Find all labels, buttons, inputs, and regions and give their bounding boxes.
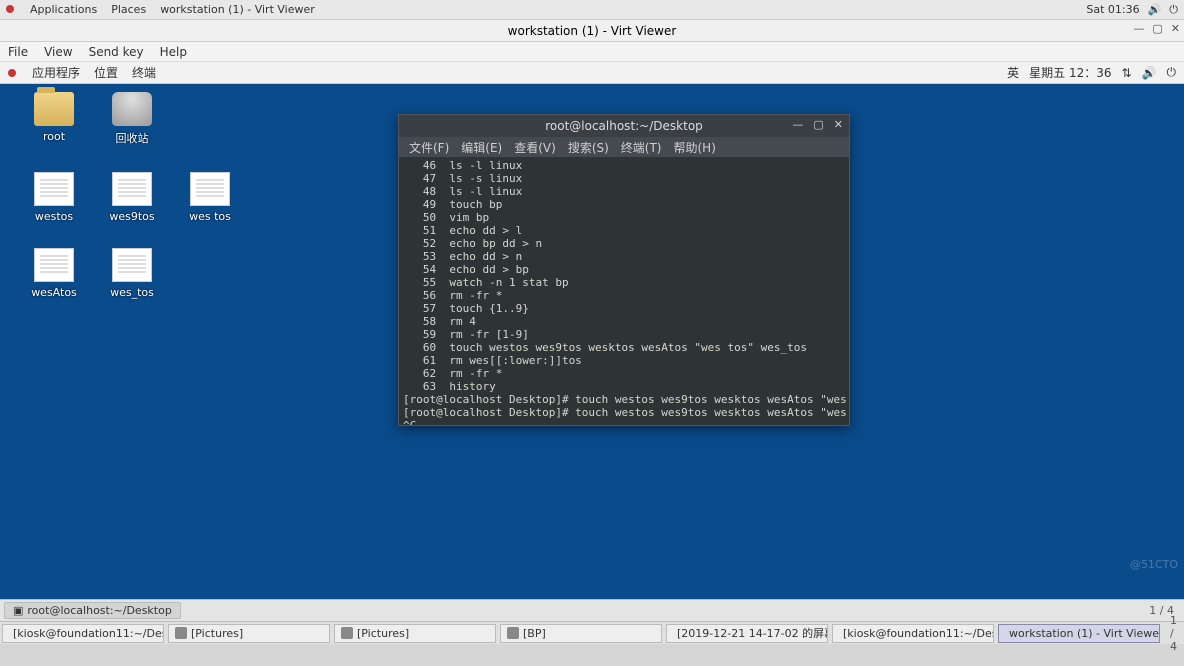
terminal-menubar: 文件(F) 编辑(E) 查看(V) 搜索(S) 终端(T) 帮助(H) <box>399 137 849 157</box>
guest-menu-places[interactable]: 位置 <box>94 64 118 81</box>
icon-label: wes9tos <box>109 210 154 223</box>
host-taskbar-item[interactable]: [Pictures] <box>334 624 496 643</box>
desktop-icon-wes_tos[interactable]: wes_tos <box>100 248 164 299</box>
term-menu-view[interactable]: 查看(V) <box>514 139 556 156</box>
host-taskbar-item[interactable]: [kiosk@foundation11:~/Desktop] <box>832 624 994 643</box>
desktop-icon-westos[interactable]: westos <box>22 172 86 223</box>
vv-menu-help[interactable]: Help <box>160 45 187 59</box>
term-menu-help[interactable]: 帮助(H) <box>674 139 716 156</box>
host-taskbar-item[interactable]: [2019-12-21 14-17-02 的屏幕截图... <box>666 624 828 643</box>
host-active-app[interactable]: workstation (1) - Virt Viewer <box>160 3 315 16</box>
terminal-icon: ▣ <box>13 604 23 617</box>
vv-menu-file[interactable]: File <box>8 45 28 59</box>
host-taskbar-item[interactable]: [BP] <box>500 624 662 643</box>
guest-power-icon[interactable]: ⏻ <box>1167 65 1177 80</box>
guest-top-bar: 应用程序 位置 终端 英 星期五 12：36 ⇅ 🔊 ⏻ <box>0 62 1184 84</box>
icon-label: root <box>43 130 65 143</box>
guest-desktop[interactable]: wes_tos wesAtos wes tos wes9tos westos 回收站 roo… <box>0 84 1184 599</box>
window-icon <box>341 627 353 639</box>
desktop-icon-wes-tos-space[interactable]: wes tos <box>178 172 242 223</box>
txt-icon <box>34 172 74 206</box>
virtviewer-menubar: File View Send key Help <box>0 42 1184 62</box>
host-taskbar-label: [BP] <box>523 627 546 640</box>
guest-menu-apps[interactable]: 应用程序 <box>32 64 80 81</box>
terminal-minimize-button[interactable]: — <box>792 118 803 131</box>
txt-icon <box>34 248 74 282</box>
host-taskbar: [kiosk@foundation11:~/Desktop] [Pictures]… <box>0 621 1184 644</box>
terminal-close-button[interactable]: ✕ <box>834 118 843 131</box>
minimize-button[interactable]: — <box>1133 22 1144 35</box>
icon-label: wes tos <box>189 210 231 223</box>
terminal-title: root@localhost:~/Desktop <box>545 119 703 133</box>
window-icon <box>507 627 519 639</box>
host-taskbar-label: workstation (1) - Virt Viewer <box>1009 627 1160 640</box>
desktop-icon-wesAtos[interactable]: wesAtos <box>22 248 86 299</box>
icon-label: wesAtos <box>31 286 77 299</box>
virtviewer-title: workstation (1) - Virt Viewer <box>508 24 677 38</box>
host-taskbar-label: [2019-12-21 14-17-02 的屏幕截图... <box>677 625 828 641</box>
power-icon[interactable]: ⏻ <box>1169 3 1178 17</box>
terminal-body[interactable]: 46 ls -l linux 47 ls -s linux 48 ls -l l… <box>399 157 849 425</box>
txt-icon <box>190 172 230 206</box>
network-icon[interactable]: ⇅ <box>1121 66 1131 80</box>
desktop-icon-wes9tos[interactable]: wes9tos <box>100 172 164 223</box>
host-taskbar-item[interactable]: [kiosk@foundation11:~/Desktop] <box>2 624 164 643</box>
volume-icon[interactable]: 🔊 <box>1148 3 1162 16</box>
desktop-icon-trash[interactable]: 回收站 <box>100 92 164 146</box>
vv-menu-view[interactable]: View <box>44 45 72 59</box>
input-method-indicator[interactable]: 英 <box>1007 64 1019 81</box>
host-clock: Sat 01:36 <box>1086 3 1139 16</box>
term-menu-file[interactable]: 文件(F) <box>409 139 449 156</box>
icon-label: westos <box>35 210 73 223</box>
guest-taskbar: ▣ root@localhost:~/Desktop 1 / 4 <box>0 599 1184 621</box>
host-taskbar-item[interactable]: workstation (1) - Virt Viewer <box>998 624 1160 643</box>
host-taskbar-label: [Pictures] <box>357 627 409 640</box>
host-taskbar-label: [kiosk@foundation11:~/Desktop] <box>843 627 994 640</box>
txt-icon <box>112 248 152 282</box>
guest-menu-terminal[interactable]: 终端 <box>132 64 156 81</box>
term-menu-edit[interactable]: 编辑(E) <box>461 139 502 156</box>
term-menu-search[interactable]: 搜索(S) <box>568 139 609 156</box>
guest-taskbar-item[interactable]: ▣ root@localhost:~/Desktop <box>4 602 181 619</box>
guest-taskbar-label: root@localhost:~/Desktop <box>27 604 171 617</box>
menu-places[interactable]: Places <box>111 3 146 16</box>
virtviewer-titlebar: workstation (1) - Virt Viewer — ▢ ✕ <box>0 20 1184 42</box>
term-menu-terminal[interactable]: 终端(T) <box>621 139 662 156</box>
vv-menu-sendkey[interactable]: Send key <box>89 45 144 59</box>
terminal-titlebar[interactable]: root@localhost:~/Desktop — ▢ ✕ <box>399 115 849 137</box>
folder-icon <box>34 92 74 126</box>
host-taskbar-label: [kiosk@foundation11:~/Desktop] <box>13 627 164 640</box>
window-icon <box>175 627 187 639</box>
guest-volume-icon[interactable]: 🔊 <box>1142 66 1157 80</box>
menu-applications[interactable]: Applications <box>30 3 97 16</box>
host-taskbar-label: [Pictures] <box>191 627 243 640</box>
watermark: @51CTO <box>1130 558 1178 571</box>
terminal-maximize-button[interactable]: ▢ <box>813 118 823 131</box>
close-button[interactable]: ✕ <box>1171 22 1180 35</box>
host-taskbar-item[interactable]: [Pictures] <box>168 624 330 643</box>
icon-label: wes_tos <box>110 286 154 299</box>
terminal-window[interactable]: root@localhost:~/Desktop — ▢ ✕ 文件(F) 编辑(… <box>398 114 850 426</box>
trash-icon <box>112 92 152 126</box>
desktop-icon-root[interactable]: root <box>22 92 86 143</box>
guest-logo <box>8 66 18 80</box>
host-logo <box>6 3 16 16</box>
host-workspace-indicator[interactable]: 1 / 4 <box>1162 614 1184 653</box>
guest-clock: 星期五 12：36 <box>1029 64 1111 81</box>
txt-icon <box>112 172 152 206</box>
maximize-button[interactable]: ▢ <box>1152 22 1162 35</box>
host-top-bar: Applications Places workstation (1) - Vi… <box>0 0 1184 20</box>
icon-label: 回收站 <box>116 130 149 146</box>
